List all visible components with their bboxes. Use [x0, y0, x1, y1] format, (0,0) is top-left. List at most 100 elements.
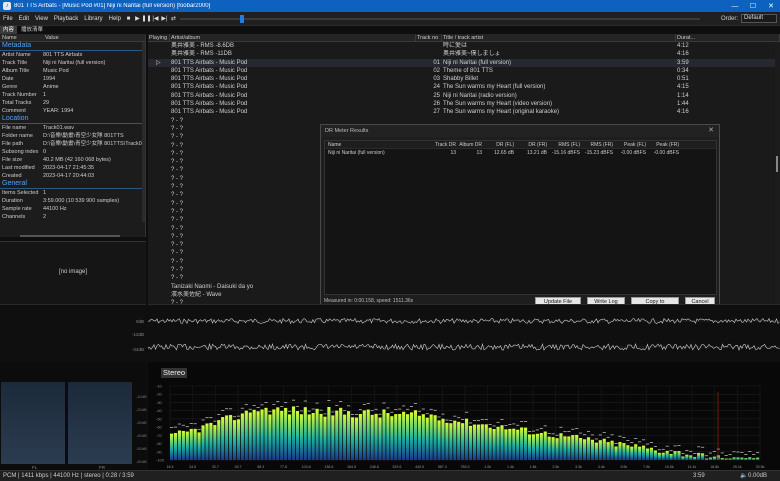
- properties-scrollbar[interactable]: [142, 42, 145, 222]
- playlist-row[interactable]: 801 TTS Airbats - Music Pod 25 Niji ni Nar…: [148, 92, 780, 100]
- spectrum-peak: [665, 445, 669, 447]
- menu-help[interactable]: Help: [106, 16, 124, 22]
- minimize-icon[interactable]: —: [726, 3, 744, 10]
- artist-album: 801 TTS Airbats - Music Pod: [171, 67, 248, 74]
- spectrum-bar: [248, 412, 252, 460]
- property-row[interactable]: Date 1994: [0, 75, 145, 83]
- spectrum-peak: [598, 434, 602, 436]
- property-row[interactable]: Album Title Music Pod: [0, 67, 145, 75]
- property-row[interactable]: File size 40.2 MB (42 160 068 bytes): [0, 156, 145, 164]
- spectrum-bar: [535, 433, 539, 460]
- spectrum-peak: [429, 408, 433, 410]
- spectrum-bar: [406, 414, 410, 460]
- playlist-row[interactable]: 奥井雅美 - RMS -8.6DB 時に愛は 4:12: [148, 42, 780, 50]
- playlist-row[interactable]: 801 TTS Airbats - Music Pod 26 The Sun war…: [148, 100, 780, 108]
- dr-col-peak-fr[interactable]: Peak (FR): [648, 141, 681, 148]
- spectrum-bar: [579, 438, 583, 460]
- menu-file[interactable]: File: [0, 16, 16, 22]
- dr-col-dr-fl[interactable]: DR (FL): [484, 141, 516, 148]
- menu-playback[interactable]: Playback: [51, 16, 81, 22]
- dr-col-name[interactable]: Name: [325, 141, 432, 148]
- seek-knob[interactable]: [240, 15, 244, 23]
- playing-indicator: [148, 266, 170, 274]
- pause-icon[interactable]: ❚❚: [141, 14, 151, 23]
- col-name[interactable]: Name: [0, 34, 43, 41]
- spectrum-peak: [543, 425, 547, 427]
- playlist-row[interactable]: 801 TTS Airbats - Music Pod 03 Shabby Bill…: [148, 75, 780, 83]
- playlist-row[interactable]: 奥井雅美 - RMS -11DB 奥井雅美~僕しましょ 4:16: [148, 50, 780, 58]
- property-row[interactable]: Subsong index 0: [0, 148, 145, 156]
- property-row[interactable]: Genre Anime: [0, 83, 145, 91]
- track-title: 時に愛は: [443, 43, 468, 49]
- properties-hscrollbar[interactable]: [20, 235, 120, 237]
- volume-icon[interactable]: 🔈: [740, 471, 747, 481]
- dr-col-track-dr[interactable]: Track DR: [432, 141, 458, 148]
- col-duration[interactable]: Durat...: [676, 34, 780, 41]
- status-volume[interactable]: 0.00dB: [748, 471, 767, 481]
- close-icon[interactable]: ✕: [762, 2, 780, 10]
- dialog-close-icon[interactable]: ✕: [708, 125, 714, 137]
- spectrum-bar: [728, 458, 732, 460]
- property-row[interactable]: Last modified 2023-04-17 21:45:35: [0, 164, 145, 172]
- property-row[interactable]: Track Title Niji ni Naritai (full version…: [0, 59, 145, 67]
- property-row[interactable]: Channels 2: [0, 213, 145, 221]
- track-title: Niji ni Naritai (radio version): [443, 92, 517, 99]
- col-playing[interactable]: Playing: [148, 34, 170, 41]
- property-row[interactable]: Items Selected 1: [0, 189, 145, 197]
- property-row[interactable]: Track Number 1: [0, 91, 145, 99]
- menu-edit[interactable]: Edit: [16, 16, 32, 22]
- property-row[interactable]: Artist Name 801 TTS Airbats: [0, 51, 145, 59]
- spectrum-bar: [358, 414, 362, 460]
- spectrum-peak: [366, 403, 370, 404]
- playlist-scroll-thumb[interactable]: [776, 156, 778, 172]
- spectrum-freq-label: 43.7: [235, 465, 242, 469]
- property-row[interactable]: Duration 3:59.000 (10 539 900 samples): [0, 197, 145, 205]
- artist-album: 801 TTS Airbats - Music Pod: [171, 59, 248, 66]
- previous-icon[interactable]: |◀: [151, 14, 160, 23]
- dr-result-row[interactable]: Niji ni Naritai (full version) 13 13 12.…: [325, 149, 716, 157]
- tab-properties[interactable]: 内容: [0, 26, 18, 34]
- property-row[interactable]: Folder name D:\音樂\動畫\青空少女隊 801TTS: [0, 132, 145, 140]
- property-row[interactable]: File name Track01.wav: [0, 124, 145, 132]
- playlist-row[interactable]: 801 TTS Airbats - Music Pod 02 Theme of 80…: [148, 67, 780, 75]
- spectrum-bar: [531, 434, 536, 460]
- menu-view[interactable]: View: [32, 16, 51, 22]
- property-row[interactable]: Sample rate 44100 Hz: [0, 205, 145, 213]
- artist-album: 801 TTS Airbats - Music Pod: [171, 76, 248, 83]
- spectrum-bar: [323, 416, 327, 460]
- playlist-scrollbar[interactable]: [775, 42, 780, 304]
- col-title[interactable]: Title / track artist: [442, 34, 676, 41]
- property-row[interactable]: Total Tracks 29: [0, 99, 145, 107]
- album-art-panel: [no image]: [0, 241, 146, 304]
- property-row[interactable]: Created 2023-04-17 20:44:03: [0, 172, 145, 180]
- playlist-row[interactable]: 801 TTS Airbats - Music Pod 24 The Sun war…: [148, 83, 780, 91]
- peak-fl: -0.00 dBFS: [620, 150, 646, 156]
- dr-col-album-dr[interactable]: Album DR: [458, 141, 484, 148]
- playing-indicator: [148, 225, 170, 233]
- col-artist-album[interactable]: Artist/album: [170, 34, 416, 41]
- col-track-no[interactable]: Track no: [416, 34, 442, 41]
- playlist-row[interactable]: ▷ 801 TTS Airbats - Music Pod 01 Niji ni Na…: [148, 58, 780, 67]
- spectrum-bar: [413, 410, 418, 460]
- menu-library[interactable]: Library: [81, 16, 105, 22]
- dr-header-row: Name Track DR Album DR DR (FL) DR (FR) R…: [325, 141, 716, 149]
- vu-bar-right: [68, 382, 132, 464]
- col-value[interactable]: Value: [43, 34, 59, 41]
- next-icon[interactable]: ▶|: [160, 14, 169, 23]
- property-row[interactable]: File path D:\音樂\動畫\青空少女隊 801TTS\Track01.w…: [0, 140, 145, 148]
- random-icon[interactable]: ⇄: [169, 14, 178, 23]
- dr-col-rms-fl[interactable]: RMS (FL): [549, 141, 582, 148]
- seek-bar[interactable]: [180, 15, 700, 23]
- maximize-icon[interactable]: ☐: [744, 2, 762, 10]
- tab-playlists[interactable]: 播放清單: [18, 26, 46, 34]
- dr-col-rms-fr[interactable]: RMS (FR): [582, 141, 615, 148]
- spectrum-peak: [232, 416, 237, 418]
- order-select[interactable]: Default: [741, 14, 777, 23]
- property-name: File path: [2, 141, 24, 147]
- stop-icon[interactable]: ■: [124, 14, 133, 23]
- waveform-seekbar[interactable]: [147, 304, 780, 362]
- dr-col-dr-fr[interactable]: DR (FR): [516, 141, 549, 148]
- dr-col-peak-fl[interactable]: Peak (FL): [615, 141, 648, 148]
- property-row[interactable]: Comment YEAR: 1994: [0, 107, 145, 115]
- playlist-row[interactable]: 801 TTS Airbats - Music Pod 27 The Sun war…: [148, 108, 780, 116]
